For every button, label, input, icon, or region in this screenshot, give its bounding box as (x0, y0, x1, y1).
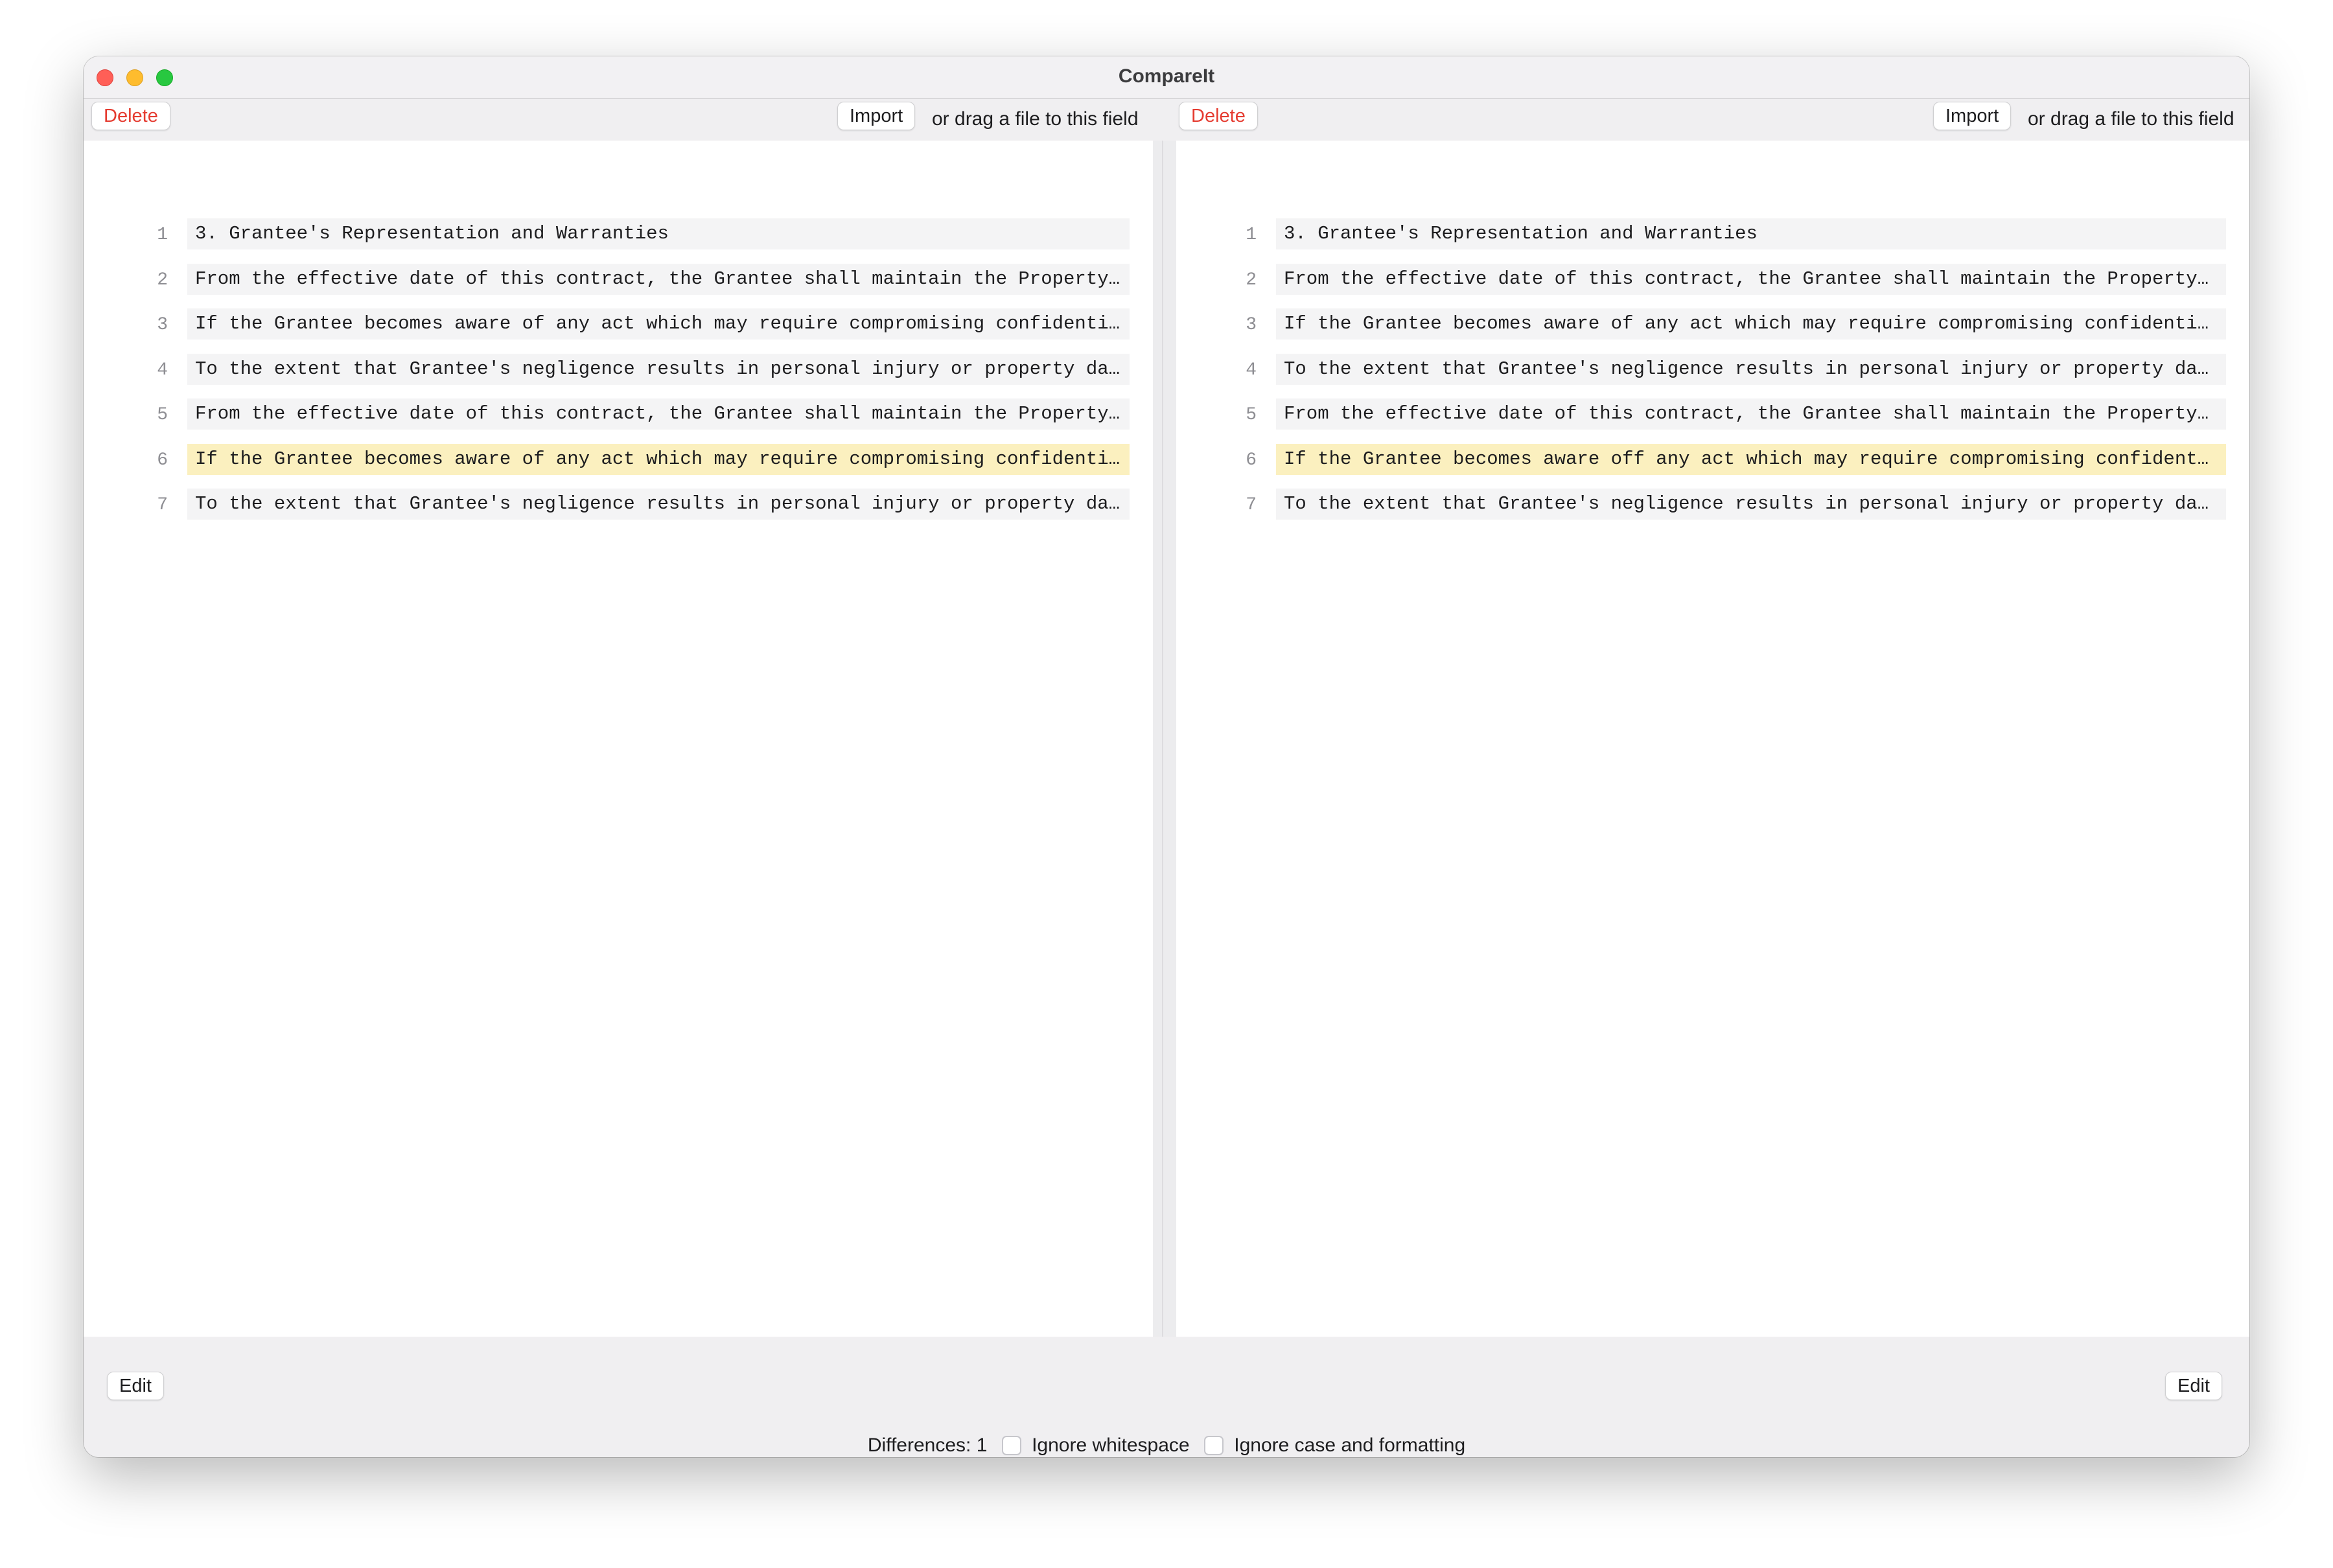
line-text: From the effective date of this contract… (1276, 264, 2226, 295)
line-number: 1 (1246, 225, 1257, 245)
line-text: To the extent that Grantee's negligence … (187, 489, 1130, 520)
left-pane-toolbar: Delete Import or drag a file to this fie… (84, 99, 1153, 133)
line-number: 3 (157, 315, 168, 335)
line-number: 1 (157, 225, 168, 245)
line-number: 2 (157, 270, 168, 290)
line-number: 4 (1246, 360, 1257, 380)
ignore-case-checkbox[interactable] (1203, 1436, 1224, 1456)
line-text: From the effective date of this contract… (187, 398, 1130, 430)
right-drop-hint: or drag a file to this field (2028, 108, 2234, 130)
line-text: If the Grantee becomes aware of any act … (187, 308, 1130, 340)
pane-divider-line (1162, 141, 1163, 1337)
right-delete-button[interactable]: Delete (1179, 102, 1258, 130)
right-pane-toolbar: Delete Import or drag a file to this fie… (1176, 99, 2249, 133)
left-edit-button[interactable]: Edit (107, 1372, 164, 1400)
line-text: From the effective date of this contract… (1276, 398, 2226, 430)
line-text-highlighted: If the Grantee becomes aware off any act… (1276, 444, 2226, 475)
line-number: 5 (1246, 405, 1257, 425)
line-text: To the extent that Grantee's negligence … (187, 354, 1130, 385)
line-number: 3 (1246, 315, 1257, 335)
right-edit-button[interactable]: Edit (2165, 1372, 2222, 1400)
line-number: 6 (1246, 450, 1257, 470)
right-import-button[interactable]: Import (1933, 102, 2012, 130)
line-text-highlighted: If the Grantee becomes aware of any act … (187, 444, 1130, 475)
line-text: To the extent that Grantee's negligence … (1276, 489, 2226, 520)
line-text: To the extent that Grantee's negligence … (1276, 354, 2226, 385)
left-drop-hint: or drag a file to this field (932, 108, 1139, 130)
left-text-pane[interactable]: 1 3. Grantee's Representation and Warran… (84, 141, 1153, 1337)
title-bar[interactable]: CompareIt (84, 56, 2249, 99)
status-bar: Differences: 1 Ignore whitespace Ignore … (84, 1434, 2249, 1457)
line-number: 5 (157, 405, 168, 425)
pane-divider[interactable] (1153, 141, 1176, 1337)
line-number: 2 (1246, 270, 1257, 290)
left-delete-button[interactable]: Delete (91, 102, 170, 130)
ignore-case-label[interactable]: Ignore case and formatting (1234, 1435, 1465, 1456)
line-number: 7 (157, 495, 168, 515)
line-number: 6 (157, 450, 168, 470)
line-text: 3. Grantee's Representation and Warranti… (187, 218, 1130, 249)
line-number: 7 (1246, 495, 1257, 515)
ignore-whitespace-checkbox[interactable] (1001, 1436, 1021, 1456)
ignore-whitespace-label[interactable]: Ignore whitespace (1032, 1435, 1190, 1456)
line-text: 3. Grantee's Representation and Warranti… (1276, 218, 2226, 249)
line-text: If the Grantee becomes aware of any act … (1276, 308, 2226, 340)
window-title: CompareIt (1118, 65, 1215, 87)
right-text-pane[interactable]: 1 3. Grantee's Representation and Warran… (1176, 141, 2249, 1337)
left-import-button[interactable]: Import (837, 102, 916, 130)
line-text: From the effective date of this contract… (187, 264, 1130, 295)
differences-count: Differences: 1 (867, 1435, 988, 1457)
compareit-window: CompareIt Delete Import or drag a file t… (84, 56, 2249, 1457)
line-number: 4 (157, 360, 168, 380)
